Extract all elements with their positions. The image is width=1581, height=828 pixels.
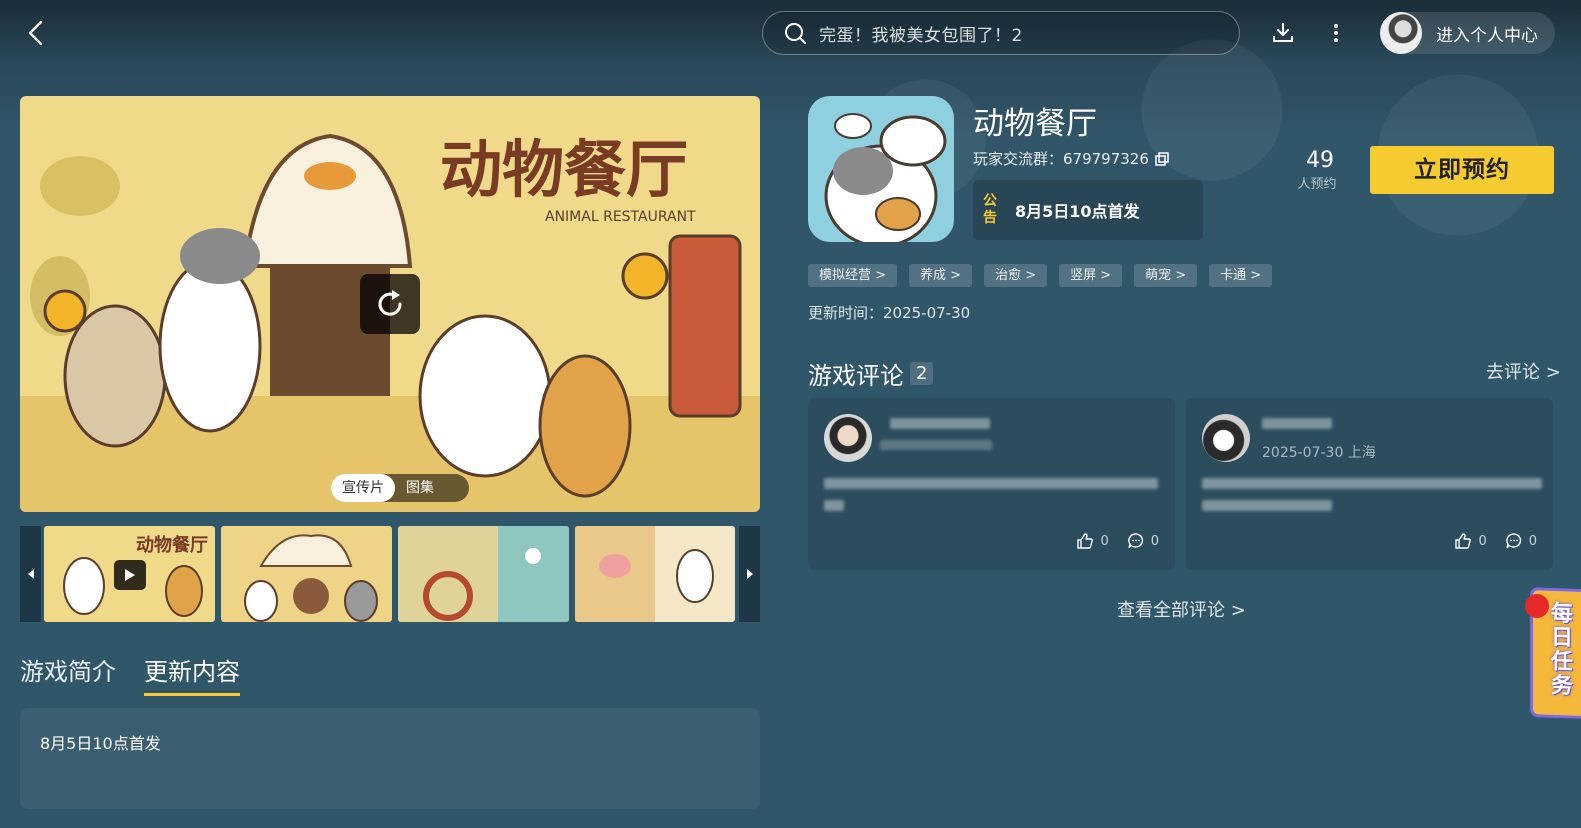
copy-icon[interactable] [1155,151,1169,166]
detail-tabs: 游戏简介 更新内容 [20,652,268,696]
game-icon [808,96,954,242]
notification-dot [1525,594,1549,618]
review-meta-blurred [880,440,992,450]
search-bar[interactable]: 完蛋！我被美女包围了！2 [762,11,1240,55]
reviewer-name-blurred [1262,418,1332,429]
notice-tag: 公告 [983,193,997,226]
tag-healing[interactable]: 治愈 > [984,264,1048,287]
thumbnail-video[interactable]: 动物餐厅 [44,526,215,622]
tag-simulation[interactable]: 模拟经营 > [808,264,898,287]
thumbs-up-icon [1455,533,1472,549]
download-icon [1273,23,1293,42]
reviewer-name-blurred [890,418,990,429]
thumbnail-image [398,526,569,622]
thumbnail-image [575,526,735,622]
hero-video-player[interactable]: 动物餐厅 ANIMAL RESTAURANT 宣传片 图集 [20,96,760,512]
comment-icon [1127,533,1143,549]
player-group[interactable]: 玩家交流群：679797326 [973,148,1169,169]
tag-raising[interactable]: 养成 > [909,264,973,287]
reviewer-avatar[interactable] [1202,414,1250,462]
search-placeholder: 完蛋！我被美女包围了！2 [819,25,1023,46]
update-content-text: 8月5日10点首发 [40,734,161,753]
replay-button[interactable] [360,274,420,334]
reviews-count: 2 [910,362,934,385]
review-meta: 2025-07-30 上海 [1262,445,1376,461]
thumbnail-image-2[interactable] [221,526,392,622]
media-toggle[interactable]: 宣传片 图集 [331,474,469,502]
player-group-text: 玩家交流群：679797326 [973,150,1149,168]
comment-button[interactable]: 0 [1127,532,1159,550]
review-card[interactable]: 2025-07-30 上海 0 0 [1186,398,1553,570]
game-title: 动物餐厅 [973,106,1097,142]
svg-text:ANIMAL RESTAURANT: ANIMAL RESTAURANT [545,209,696,225]
like-count: 0 [1478,533,1487,549]
review-card[interactable]: 0 0 [808,398,1175,570]
review-actions: 0 0 [1436,532,1537,550]
reviews-heading: 游戏评论 [808,362,904,390]
like-button[interactable]: 0 [1076,532,1109,550]
thumbs-up-icon [1077,533,1094,549]
tab-game-intro[interactable]: 游戏简介 [20,652,116,696]
chevron-left-icon [28,20,43,46]
thumbnail-image-3[interactable] [398,526,569,622]
thumbnail-image [221,526,392,622]
thumbnail-image-4[interactable] [575,526,735,622]
reviews-header: 游戏评论 2 [808,356,934,391]
play-icon [125,569,135,581]
user-avatar [1380,12,1422,54]
like-button[interactable]: 0 [1454,532,1487,550]
update-content-panel: 8月5日10点首发 [20,708,760,809]
tab-update-content[interactable]: 更新内容 [144,652,240,696]
daily-task-label: 每日任务 [1547,600,1572,698]
review-text-blurred [824,500,844,511]
see-all-reviews-link[interactable]: 查看全部评论 > [1117,596,1246,622]
search-icon [785,23,806,44]
play-button[interactable] [114,560,146,590]
reserve-count-number: 49 [1306,148,1334,173]
more-options-button[interactable] [1329,21,1343,45]
caret-left-icon [27,569,34,579]
thumbnail-strip: 动物餐厅 [20,526,760,622]
tag-list: 模拟经营 > 养成 > 治愈 > 竖屏 > 萌宠 > 卡通 > [808,264,1284,287]
comment-icon [1505,533,1521,549]
tag-cute-pets[interactable]: 萌宠 > [1134,264,1198,287]
comment-count: 0 [1528,533,1537,549]
thumbnail-next-button[interactable] [739,526,760,622]
update-time: 更新时间：2025-07-30 [808,304,971,322]
comment-button[interactable]: 0 [1505,532,1537,550]
comment-count: 0 [1150,533,1159,549]
reserve-button[interactable]: 立即预约 [1370,146,1554,194]
more-vertical-icon [1334,24,1338,42]
download-button[interactable] [1271,21,1295,45]
game-icon-art [808,96,954,242]
caret-right-icon [746,569,753,579]
thumbnail-prev-button[interactable] [20,526,41,622]
reserve-count-label: 人预约 [1297,177,1337,192]
review-actions: 0 0 [1058,532,1159,550]
review-text-blurred [1202,500,1332,511]
toggle-gallery[interactable]: 图集 [395,474,445,502]
back-button[interactable] [22,18,50,48]
reviewer-avatar[interactable] [824,414,872,462]
replay-icon [378,290,402,316]
reserve-count: 49 人预约 [1297,148,1340,192]
user-center-button[interactable]: 进入个人中心 [1380,12,1555,54]
toggle-trailer[interactable]: 宣传片 [331,474,395,502]
review-text-blurred [824,478,1158,489]
go-review-link[interactable]: 去评论 > [1486,358,1561,384]
svg-text:动物餐厅: 动物餐厅 [440,133,688,206]
notice-text: 8月5日10点首发 [1015,202,1140,221]
user-center-label: 进入个人中心 [1436,25,1538,46]
notice-box: 公告 8月5日10点首发 [973,180,1203,240]
review-text-blurred [1202,478,1542,489]
tag-portrait[interactable]: 竖屏 > [1059,264,1123,287]
like-count: 0 [1100,533,1109,549]
tag-cartoon[interactable]: 卡通 > [1209,264,1273,287]
svg-text:动物餐厅: 动物餐厅 [136,534,208,556]
